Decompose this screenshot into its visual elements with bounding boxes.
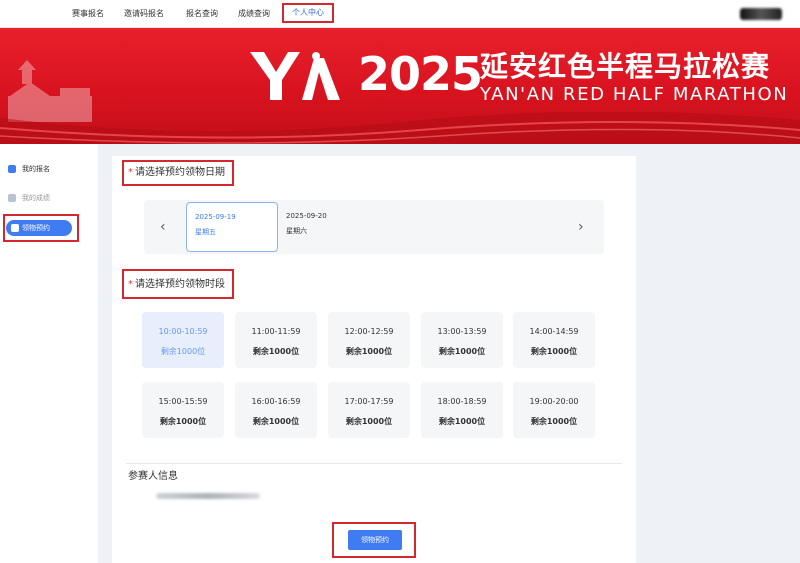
ya-runner-logo-icon (250, 52, 340, 100)
slot-section-title-text: 请选择预约领物时段 (135, 279, 225, 290)
chevron-right-icon[interactable]: › (578, 220, 584, 234)
time-slot-remaining: 剩余1000位 (438, 347, 486, 356)
event-banner: 2025 延安红色半程马拉松赛 YAN'AN RED HALF MARATHON (0, 28, 800, 144)
time-slot-remaining: 剩余1000位 (345, 347, 393, 356)
sidebar-item-pickup-reservation[interactable]: 领物预约 (6, 220, 72, 236)
time-slot[interactable]: 19:00-20:00 剩余1000位 (513, 382, 595, 438)
nav-item-registration-query[interactable]: 报名查询 (184, 5, 220, 22)
date-option-weekday: 星期五 (195, 228, 216, 236)
time-slot[interactable]: 10:00-10:59 剩余1000位 (142, 312, 224, 368)
date-section-title: * 请选择预约领物日期 (128, 166, 225, 180)
time-slot-remaining: 剩余1000位 (252, 417, 300, 426)
time-slot-remaining: 剩余1000位 (252, 347, 300, 356)
time-slot[interactable]: 13:00-13:59 剩余1000位 (421, 312, 503, 368)
time-slot[interactable]: 14:00-14:59 剩余1000位 (513, 312, 595, 368)
sidebar-item-my-registration[interactable]: 我的报名 (8, 162, 50, 176)
nav-item-event-registration[interactable]: 赛事报名 (70, 5, 106, 22)
time-slot[interactable]: 17:00-17:59 剩余1000位 (328, 382, 410, 438)
date-option[interactable]: 2025-09-19 星期五 (186, 202, 278, 252)
banner-wave-stripes (0, 112, 800, 144)
time-slot-time: 14:00-14:59 (529, 327, 579, 336)
user-account-blurred[interactable] (740, 8, 782, 20)
date-picker-strip: ‹ 2025-09-19 星期五 2025-09-20 星期六 › (144, 200, 604, 254)
sidebar-item-label: 我的报名 (22, 165, 50, 173)
participant-info-title: 参赛人信息 (128, 471, 178, 482)
pickup-reservation-submit-button[interactable]: 领物预约 (348, 530, 402, 550)
sidebar-item-label: 领物预约 (22, 224, 50, 232)
sidebar: 我的报名 我的成绩 领物预约 (0, 144, 98, 563)
time-slot[interactable]: 11:00-11:59 剩余1000位 (235, 312, 317, 368)
time-slot-remaining: 剩余1000位 (160, 347, 206, 356)
time-slot-remaining: 剩余1000位 (438, 417, 486, 426)
time-slot-time: 18:00-18:59 (437, 397, 487, 406)
time-slot-time: 12:00-12:59 (344, 327, 394, 336)
banner-title-en: YAN'AN RED HALF MARATHON (480, 84, 789, 105)
time-slot-remaining: 剩余1000位 (530, 417, 578, 426)
time-slot[interactable]: 15:00-15:59 剩余1000位 (142, 382, 224, 438)
time-slot-time: 16:00-16:59 (251, 397, 301, 406)
date-option-date: 2025-09-19 (195, 213, 236, 221)
nav-item-results-query[interactable]: 成绩查询 (236, 5, 272, 22)
time-slot-remaining: 剩余1000位 (530, 347, 578, 356)
chevron-left-icon[interactable]: ‹ (160, 220, 166, 234)
pickup-icon (11, 224, 19, 232)
date-option[interactable]: 2025-09-20 星期六 (278, 202, 370, 252)
time-slot-time: 15:00-15:59 (158, 397, 208, 406)
results-icon (8, 194, 16, 202)
slot-section-title: * 请选择预约领物时段 (128, 278, 225, 292)
time-slot-time: 19:00-20:00 (529, 397, 579, 406)
date-section-title-text: 请选择预约领物日期 (135, 167, 225, 178)
time-slot[interactable]: 16:00-16:59 剩余1000位 (235, 382, 317, 438)
date-option-weekday: 星期六 (286, 227, 307, 235)
top-nav: 赛事报名 邀请码报名 报名查询 成绩查询 个人中心 (0, 0, 800, 28)
banner-year: 2025 (358, 47, 483, 101)
time-slot-time: 13:00-13:59 (437, 327, 487, 336)
sidebar-item-label: 我的成绩 (22, 194, 50, 202)
time-slot[interactable]: 12:00-12:59 剩余1000位 (328, 312, 410, 368)
time-slot-time: 10:00-10:59 (158, 327, 208, 336)
nav-item-invite-code-registration[interactable]: 邀请码报名 (122, 5, 166, 22)
time-slot-time: 11:00-11:59 (251, 327, 301, 336)
required-mark: * (128, 279, 133, 290)
pickup-reservation-card: * 请选择预约领物日期 ‹ 2025-09-19 星期五 2025-09-20 星… (112, 156, 636, 563)
banner-title-cn: 延安红色半程马拉松赛 (480, 50, 771, 83)
time-slot-time: 17:00-17:59 (344, 397, 394, 406)
sidebar-item-my-results[interactable]: 我的成绩 (8, 191, 50, 205)
time-slot-remaining: 剩余1000位 (345, 417, 393, 426)
section-divider (126, 463, 622, 464)
date-option-date: 2025-09-20 (286, 212, 327, 220)
time-slot-remaining: 剩余1000位 (159, 417, 207, 426)
nav-item-personal-center[interactable]: 个人中心 (282, 3, 334, 23)
required-mark: * (128, 167, 133, 178)
time-slot[interactable]: 18:00-18:59 剩余1000位 (421, 382, 503, 438)
registration-icon (8, 165, 16, 173)
participant-info-blurred (156, 493, 260, 499)
